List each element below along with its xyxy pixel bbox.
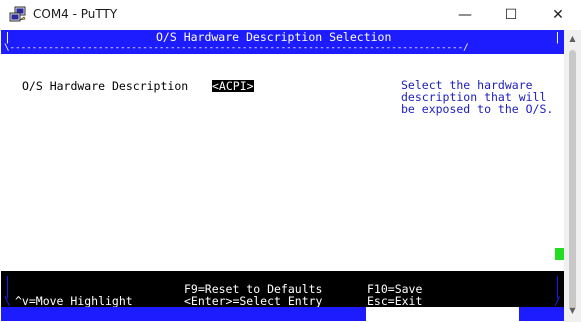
terminal-cursor xyxy=(555,248,564,260)
close-icon: ✕ xyxy=(552,7,564,23)
maximize-icon: ☐ xyxy=(504,7,518,23)
bottom-strip-gap xyxy=(366,307,519,321)
title-bar[interactable]: COM4 - PuTTY — ☐ ✕ xyxy=(0,0,581,31)
minimize-icon: — xyxy=(458,7,472,23)
setting-label: O/S Hardware Description xyxy=(22,79,189,93)
help-line-3: be exposed to the O/S. xyxy=(401,102,554,116)
putty-icon xyxy=(9,6,26,22)
close-button[interactable]: ✕ xyxy=(535,0,581,30)
scroll-down-icon[interactable]: ▼ xyxy=(564,304,581,318)
footer-left-edge-2: \ xyxy=(4,294,11,308)
scroll-up-icon[interactable]: ▲ xyxy=(564,32,581,46)
footer-select-entry: <Enter>=Select Entry xyxy=(184,294,323,308)
minimize-button[interactable]: — xyxy=(442,0,488,30)
footer-move-highlight: ^v=Move Highlight xyxy=(15,294,133,308)
footer-exit: Esc=Exit xyxy=(367,294,423,308)
footer-right-edge-2: / xyxy=(554,294,561,308)
header-divider: \---------------------------------------… xyxy=(4,42,469,53)
header-right-edge: | xyxy=(554,30,561,44)
maximize-button[interactable]: ☐ xyxy=(488,0,534,30)
terminal-screen[interactable]: | O/S Hardware Description Selection | \… xyxy=(1,30,564,321)
scroll-thumb[interactable] xyxy=(569,50,576,310)
setting-value[interactable]: <ACPI> xyxy=(212,80,254,92)
vertical-scrollbar[interactable]: ▲ ▼ xyxy=(564,30,581,322)
window-title: COM4 - PuTTY xyxy=(33,7,118,21)
